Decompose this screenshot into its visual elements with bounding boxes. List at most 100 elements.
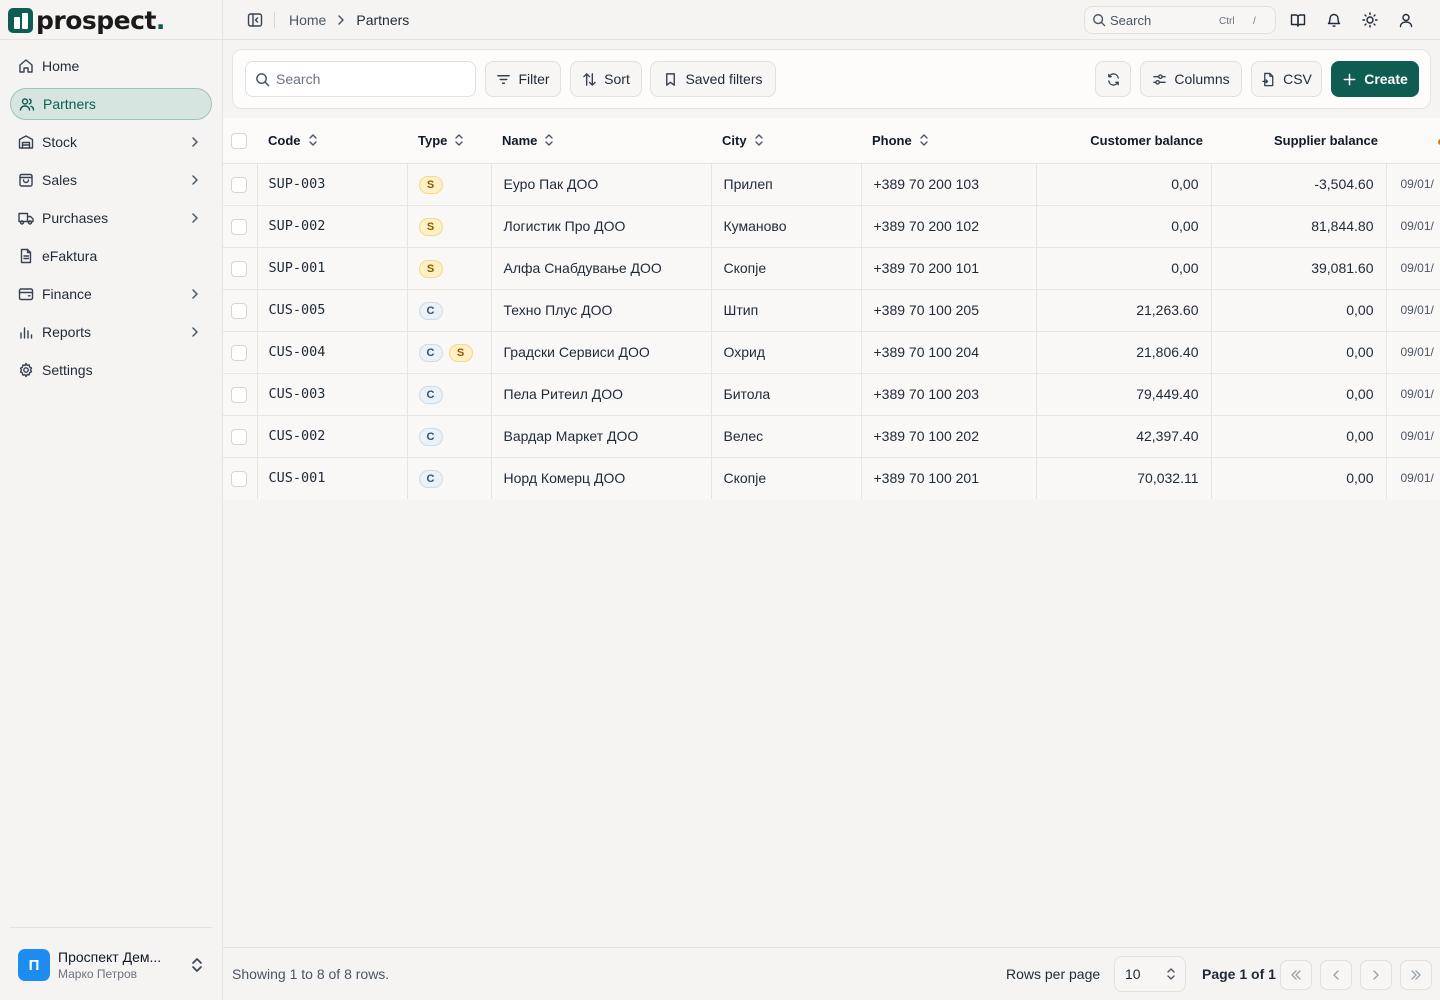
col-phone[interactable]: Phone — [861, 118, 1036, 164]
row-select-cell — [223, 457, 258, 499]
cell-type: C — [407, 289, 492, 332]
col-code[interactable]: Code — [257, 118, 407, 164]
last-page-button[interactable] — [1400, 960, 1432, 990]
col-date[interactable] — [1386, 118, 1440, 164]
table-header-row: Code Type Name City Phone Customer balan… — [223, 118, 1440, 164]
topbar: Home Partners Search Ctrl / — [223, 0, 1440, 40]
sidebar-item-purchases[interactable]: Purchases — [10, 202, 212, 234]
bookmark-icon — [666, 72, 676, 86]
row-checkbox[interactable] — [231, 386, 247, 403]
sidebar-item-label: Finance — [42, 286, 92, 302]
cell-name[interactable]: Пела Ритеил ДОО — [491, 373, 712, 416]
cell-customer-balance: 70,032.11 — [1036, 457, 1212, 499]
create-button[interactable]: Create — [1331, 61, 1419, 97]
saved-filters-button[interactable]: Saved filters — [650, 61, 776, 97]
sidebar-item-partners[interactable]: Partners — [10, 88, 212, 120]
cell-supplier-balance: 0,00 — [1211, 331, 1387, 374]
chevron-right-icon — [192, 175, 198, 185]
sidebar-toggle-icon[interactable] — [247, 12, 263, 28]
table-footer: Showing 1 to 8 of 8 rows. Rows per page … — [223, 947, 1440, 1000]
filter-button[interactable]: Filter — [485, 61, 561, 97]
cell-name[interactable]: Алфа Снабдување ДОО — [491, 247, 712, 290]
col-type[interactable]: Type — [407, 118, 491, 164]
columns-button[interactable]: Columns — [1140, 61, 1242, 97]
rows-per-page-select[interactable]: 10 — [1114, 956, 1186, 992]
row-checkbox[interactable] — [231, 344, 247, 361]
row-checkbox[interactable] — [231, 176, 247, 193]
table-row[interactable]: SUP-002 S Логистик Про ДОО Куманово +389 70 … — [223, 205, 1440, 248]
workspace-switcher[interactable]: П Проспект Дем... Марко Петров — [18, 947, 208, 983]
company-name: Проспект Дем... — [58, 948, 162, 965]
next-page-button[interactable] — [1360, 960, 1392, 990]
previous-page-button[interactable] — [1320, 960, 1352, 990]
cell-phone: +389 70 100 203 — [861, 373, 1037, 416]
search-icon — [256, 72, 270, 86]
sidebar-item-label: Stock — [42, 134, 78, 150]
book-icon[interactable] — [1290, 12, 1306, 28]
sidebar: prospect. Home Partners Stock Sales Purchase… — [0, 0, 223, 1000]
col-supplier-balance[interactable]: Supplier balance — [1211, 118, 1386, 164]
type-badge: S — [448, 343, 473, 362]
sidebar-item-home[interactable]: Home — [10, 50, 212, 82]
row-checkbox[interactable] — [231, 218, 247, 235]
table-row[interactable]: CUS-001 C Норд Комерц ДОО Скопје +389 70 100… — [223, 457, 1440, 499]
cell-name[interactable]: Еуро Пак ДОО — [491, 163, 712, 206]
cell-date: 09/01/ — [1386, 289, 1440, 332]
cell-city: Охрид — [711, 331, 862, 374]
table-row[interactable]: SUP-001 S Алфа Снабдување ДОО Скопје +389 70… — [223, 247, 1440, 290]
table-search[interactable] — [245, 61, 476, 97]
logo[interactable]: prospect. — [8, 5, 165, 35]
sidebar-item-finance[interactable]: Finance — [10, 278, 212, 310]
sun-icon[interactable] — [1362, 12, 1378, 28]
col-customer-balance[interactable]: Customer balance — [1036, 118, 1211, 164]
cell-name[interactable]: Норд Комерц ДОО — [491, 457, 712, 499]
csv-export-button[interactable]: CSV — [1251, 61, 1322, 97]
table-row[interactable]: CUS-004 C S Градски Сервиси ДОО Охрид +389 70… — [223, 331, 1440, 374]
cell-phone: +389 70 100 201 — [861, 457, 1037, 499]
sort-button[interactable]: Sort — [570, 61, 642, 97]
first-page-button[interactable] — [1280, 960, 1312, 990]
sidebar-item-stock[interactable]: Stock — [10, 126, 212, 158]
sidebar-nav: Home Partners Stock Sales Purchases eFaktura F… — [10, 50, 212, 392]
refresh-button[interactable] — [1095, 61, 1131, 97]
table-search-input[interactable] — [276, 71, 466, 87]
table-row[interactable]: CUS-003 C Пела Ритеил ДОО Битола +389 70 100… — [223, 373, 1440, 416]
col-name[interactable]: Name — [491, 118, 711, 164]
cell-name[interactable]: Градски Сервиси ДОО — [491, 331, 712, 374]
sidebar-item-sales[interactable]: Sales — [10, 164, 212, 196]
global-search-label: Search — [1110, 12, 1152, 28]
sidebar-item-reports[interactable]: Reports — [10, 316, 212, 348]
cell-name[interactable]: Вардар Маркет ДОО — [491, 415, 712, 458]
row-checkbox[interactable] — [231, 260, 247, 277]
cell-supplier-balance: 0,00 — [1211, 457, 1387, 499]
sidebar-item-label: Partners — [43, 96, 96, 112]
topbar-separator — [274, 12, 275, 28]
csv-button-label: CSV — [1283, 71, 1312, 87]
table-row[interactable]: CUS-005 C Техно Плус ДОО Штип +389 70 100 20… — [223, 289, 1440, 332]
sidebar-item-label: Reports — [42, 324, 92, 340]
row-checkbox[interactable] — [231, 470, 247, 487]
page-indicator: Page 1 of 1 — [1202, 966, 1276, 982]
table-row[interactable]: SUP-003 S Еуро Пак ДОО Прилеп +389 70 200 10… — [223, 163, 1440, 206]
col-city[interactable]: City — [711, 118, 861, 164]
sidebar-item-efaktura[interactable]: eFaktura — [10, 240, 212, 272]
cell-name[interactable]: Техно Плус ДОО — [491, 289, 712, 332]
row-checkbox[interactable] — [231, 428, 247, 445]
shopping-bag-icon — [19, 173, 33, 187]
cell-name[interactable]: Логистик Про ДОО — [491, 205, 712, 248]
cell-date: 09/01/ — [1386, 331, 1440, 374]
row-select-cell — [223, 331, 258, 374]
global-search[interactable]: Search Ctrl / — [1084, 6, 1276, 34]
breadcrumb-home[interactable]: Home — [289, 12, 326, 28]
cell-supplier-balance: 81,844.80 — [1211, 205, 1387, 248]
chevrons-up-down-icon — [1167, 968, 1175, 980]
bell-icon[interactable] — [1326, 12, 1342, 28]
chevrons-left-icon — [1291, 970, 1301, 980]
select-all-checkbox[interactable] — [231, 132, 247, 149]
table-row[interactable]: CUS-002 C Вардар Маркет ДОО Велес +389 70 10… — [223, 415, 1440, 458]
truck-icon — [18, 212, 34, 225]
sidebar-item-settings[interactable]: Settings — [10, 354, 212, 386]
row-checkbox[interactable] — [231, 302, 247, 319]
cell-city: Велес — [711, 415, 862, 458]
user-icon[interactable] — [1398, 12, 1414, 28]
